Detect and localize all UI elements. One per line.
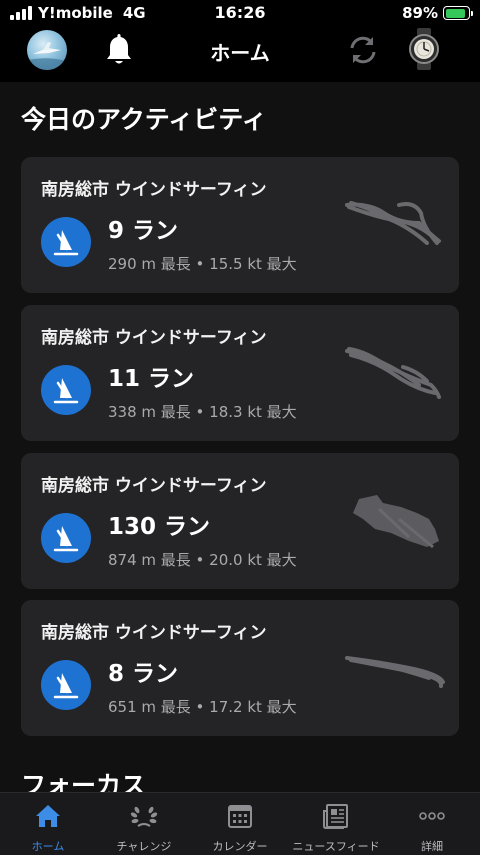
tab-label: 詳細 xyxy=(421,840,443,853)
gps-track-map xyxy=(345,347,441,399)
run-count: 8 ラン xyxy=(108,661,179,687)
more-icon xyxy=(419,812,445,820)
calendar-icon xyxy=(228,805,252,828)
activity-title: 南房総市 ウインドサーフィン xyxy=(41,476,267,496)
tab-bar: ホーム チャレンジ カレンダー ニュースフィード 詳細 xyxy=(0,792,480,855)
tab-label: カレンダー xyxy=(212,840,268,853)
windsurf-icon xyxy=(41,217,91,267)
laurel-icon xyxy=(130,806,158,827)
activity-stats: 290 m 最長 • 15.5 kt 最大 xyxy=(108,255,297,273)
gps-track-map xyxy=(345,656,445,688)
activity-stats: 338 m 最長 • 18.3 kt 最大 xyxy=(108,403,297,421)
activity-card[interactable]: 南房総市 ウインドサーフィン 8 ラン 651 m 最長 • 17.2 kt 最… xyxy=(21,600,459,736)
nav-bar: ホーム xyxy=(0,28,480,82)
tab-more[interactable]: 詳細 xyxy=(384,793,480,855)
windsurf-icon xyxy=(41,513,91,563)
sync-icon[interactable] xyxy=(346,33,380,67)
battery-fill xyxy=(445,8,466,18)
page-title: ホーム xyxy=(210,41,270,65)
windsurf-icon xyxy=(41,365,91,415)
status-bar: Y!mobile 4G 16:26 89% xyxy=(0,0,480,28)
gps-track-map xyxy=(345,201,441,245)
run-count: 9 ラン xyxy=(108,218,179,244)
tab-calendar[interactable]: カレンダー xyxy=(192,793,288,855)
tab-challenge[interactable]: チャレンジ xyxy=(96,793,192,855)
activity-card[interactable]: 南房総市 ウインドサーフィン 130 ラン 874 m 最長 • 20.0 kt… xyxy=(21,453,459,589)
tab-newsfeed[interactable]: ニュースフィード xyxy=(288,793,384,855)
activities-section-title: 今日のアクティビティ xyxy=(21,105,267,134)
home-icon xyxy=(36,805,60,827)
battery-icon xyxy=(443,6,473,20)
activity-title: 南房総市 ウインドサーフィン xyxy=(41,180,267,200)
tab-home[interactable]: ホーム xyxy=(0,793,96,855)
battery-percent: 89% xyxy=(402,4,438,22)
run-count: 11 ラン xyxy=(108,366,195,392)
activity-stats: 651 m 最長 • 17.2 kt 最大 xyxy=(108,698,297,716)
activity-card[interactable]: 南房総市 ウインドサーフィン 9 ラン 290 m 最長 • 15.5 kt 最… xyxy=(21,157,459,293)
activity-card[interactable]: 南房総市 ウインドサーフィン 11 ラン 338 m 最長 • 18.3 kt … xyxy=(21,305,459,441)
status-right: 89% xyxy=(402,4,473,22)
watch-icon[interactable] xyxy=(409,28,439,70)
activity-title: 南房総市 ウインドサーフィン xyxy=(41,328,267,348)
activity-title: 南房総市 ウインドサーフィン xyxy=(41,623,267,643)
windsurf-icon xyxy=(41,660,91,710)
tab-label: チャレンジ xyxy=(116,840,172,853)
tab-label: ニュースフィード xyxy=(292,840,380,853)
activity-stats: 874 m 最長 • 20.0 kt 最大 xyxy=(108,551,297,569)
gps-track-map xyxy=(353,495,439,549)
newsfeed-icon xyxy=(323,804,348,829)
run-count: 130 ラン xyxy=(108,514,211,540)
tab-label: ホーム xyxy=(31,840,65,853)
